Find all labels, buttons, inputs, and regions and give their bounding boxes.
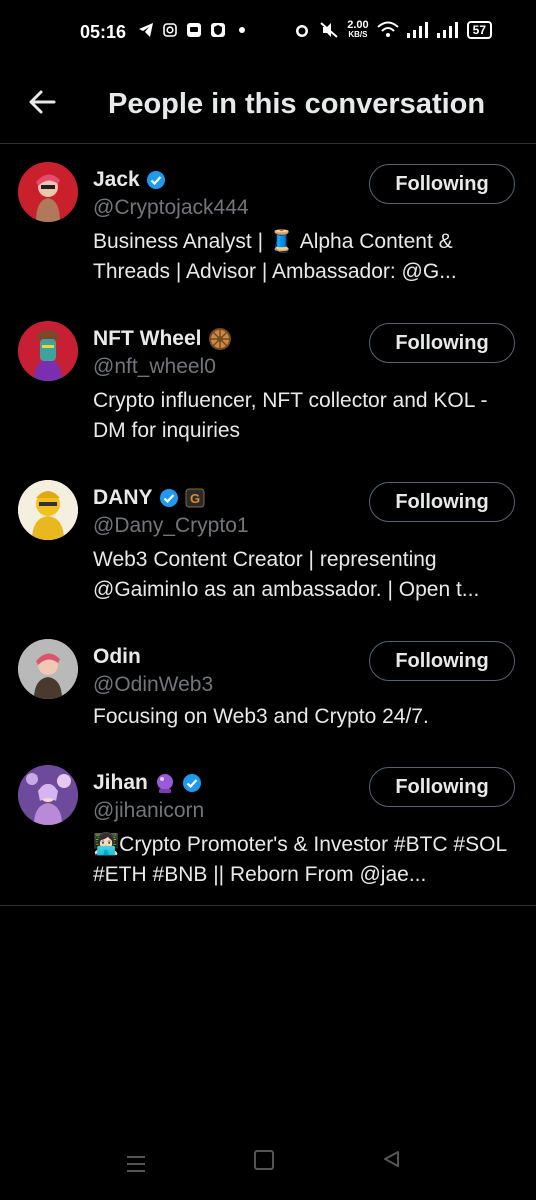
list-divider: [0, 905, 536, 906]
avatar[interactable]: [18, 480, 78, 540]
crystal-ball-icon: [156, 774, 173, 793]
user-bio: Web3 Content Creator | representing @Gai…: [93, 548, 480, 601]
display-name: NFT Wheel: [93, 327, 202, 350]
signal-icon-2: [436, 22, 458, 38]
avatar[interactable]: [18, 639, 78, 699]
avatar[interactable]: [18, 765, 78, 825]
display-name: Jihan: [93, 771, 148, 794]
message-icon: [187, 23, 201, 37]
telegram-icon: [139, 23, 153, 37]
name-row: Jack: [93, 168, 166, 192]
avatar-image: [18, 639, 78, 699]
notification-icons: [138, 22, 250, 38]
instagram-icon: [163, 23, 177, 37]
avatar-image: [18, 480, 78, 540]
recent-apps-icon[interactable]: [127, 1156, 145, 1172]
verified-badge-icon: [182, 774, 201, 792]
user-handle: @nft_wheel0: [93, 355, 216, 378]
display-name: Odin: [93, 645, 141, 668]
avatar-image: [18, 162, 78, 222]
following-button[interactable]: Following: [369, 641, 515, 681]
verified-badge-icon: [159, 489, 178, 507]
user-handle: @Dany_Crypto1: [93, 514, 249, 537]
name-row: DANY G: [93, 486, 205, 510]
following-button[interactable]: Following: [369, 767, 515, 807]
following-button[interactable]: Following: [369, 482, 515, 522]
display-name: Jack: [93, 168, 140, 191]
affiliate-badge-icon: G: [185, 488, 205, 508]
battery-indicator: 57: [466, 21, 492, 39]
user-handle: @Cryptojack444: [93, 196, 249, 219]
user-bio: Focusing on Web3 and Crypto 24/7.: [93, 705, 429, 728]
dot-icon: [239, 27, 245, 33]
nav-back-icon[interactable]: [382, 1150, 400, 1168]
following-button[interactable]: Following: [369, 323, 515, 363]
avatar[interactable]: [18, 321, 78, 381]
page-title: People in this conversation: [108, 88, 486, 120]
display-name: DANY: [93, 486, 153, 509]
system-nav-bar: [0, 1130, 536, 1200]
svg-text:G: G: [189, 491, 199, 506]
name-row: Jihan: [93, 771, 202, 795]
user-handle: @OdinWeb3: [93, 673, 214, 696]
name-row: Odin: [93, 645, 141, 669]
signal-icon: [406, 22, 428, 38]
back-arrow-icon[interactable]: [26, 86, 58, 118]
mute-icon: [320, 22, 338, 38]
user-bio: Business Analyst | 🧵 Alpha Content & Thr…: [93, 230, 457, 283]
status-bar: 05:16 2.00 KB/S 57: [0, 0, 536, 66]
network-speed: 2.00 KB/S: [347, 19, 369, 40]
app-header: People in this conversation: [0, 66, 536, 144]
user-bio: 👩🏻‍💻Crypto Promoter's & Investor #BTC #S…: [93, 833, 507, 886]
alarm-icon: [296, 25, 309, 37]
shield-icon: [211, 23, 225, 37]
following-button[interactable]: Following: [369, 164, 515, 204]
verified-badge-icon: [146, 171, 165, 189]
avatar-image: [18, 765, 78, 825]
user-bio: Crypto influencer, NFT collector and KOL…: [93, 389, 488, 442]
name-row: NFT Wheel: [93, 327, 232, 351]
avatar-image: [18, 321, 78, 381]
home-icon[interactable]: [254, 1150, 274, 1170]
wifi-icon: [376, 21, 399, 37]
system-icons: 2.00 KB/S 57: [293, 20, 492, 40]
user-handle: @jihanicorn: [93, 799, 205, 822]
wheel-icon: [208, 328, 231, 350]
avatar[interactable]: [18, 162, 78, 222]
status-time: 05:16: [80, 22, 127, 42]
